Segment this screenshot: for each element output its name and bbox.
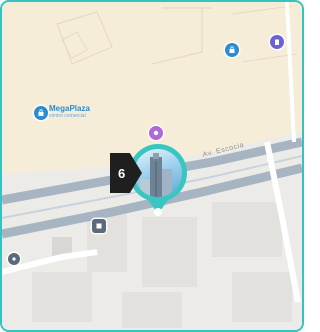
building-block [232,272,292,322]
building-block [122,292,182,328]
marker-anchor-dot [154,208,162,216]
building-block [212,202,282,257]
shop-icon[interactable] [149,126,163,140]
building-block [32,272,92,322]
place-label-subtitle: centro comercial [49,113,86,119]
shopping-bag-icon[interactable] [34,106,48,120]
building-icon[interactable] [270,35,284,49]
building-block [142,217,197,287]
map-view[interactable]: MegaPlaza centro comercial Av. Escocia 6 [0,0,304,332]
location-dot-icon[interactable] [8,253,20,265]
transit-icon[interactable] [92,219,106,233]
photo-cluster-marker[interactable]: 6 [110,144,190,218]
shopping-bag-icon[interactable] [225,43,239,57]
place-label-name: MegaPlaza [49,104,90,113]
